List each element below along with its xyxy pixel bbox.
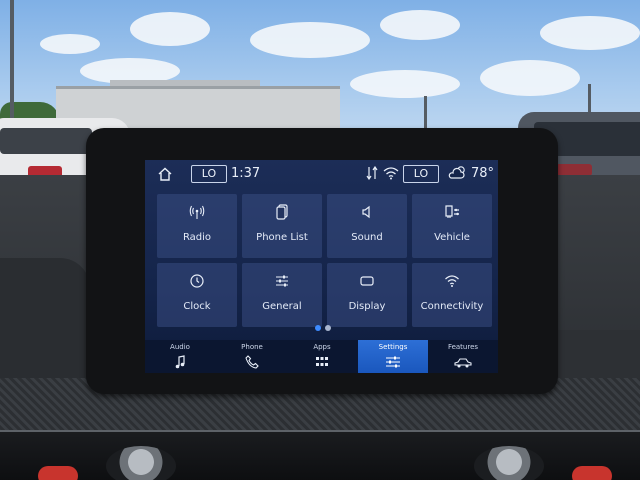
clock-icon xyxy=(157,273,237,291)
radio-antenna-icon xyxy=(157,204,237,222)
display-icon xyxy=(327,273,407,291)
cloud xyxy=(540,16,640,50)
tile-phone-list[interactable]: Phone List xyxy=(242,194,322,258)
photo-scene: LO 1:37 LO 78° Radio Phone List Sound Ve… xyxy=(0,0,640,480)
phone-icon xyxy=(217,354,287,373)
cloud xyxy=(250,22,370,58)
air-vent xyxy=(474,446,544,480)
tile-clock[interactable]: Clock xyxy=(157,263,237,327)
phone-list-icon xyxy=(242,204,322,222)
page-dot-active[interactable] xyxy=(315,325,321,331)
cloud xyxy=(40,34,100,54)
light-pole xyxy=(424,96,427,130)
nav-apps[interactable]: Apps xyxy=(287,340,357,373)
vehicle-settings-icon xyxy=(412,204,492,222)
tile-label: Sound xyxy=(351,232,383,243)
tile-label: Vehicle xyxy=(434,232,470,243)
speaker-icon xyxy=(327,204,407,222)
hazard-button xyxy=(572,466,612,480)
bottom-nav: Audio Phone Apps Settings Features xyxy=(145,340,498,373)
outside-temperature: 78° xyxy=(471,166,495,181)
data-transfer-icon xyxy=(366,165,378,183)
light-pole xyxy=(10,0,14,120)
nav-settings[interactable]: Settings xyxy=(358,340,428,373)
weather-cloud-icon xyxy=(448,165,468,184)
settings-sliders-icon xyxy=(358,354,428,373)
cloud xyxy=(480,60,580,96)
clock-time: 1:37 xyxy=(231,166,261,181)
tile-label: Phone List xyxy=(256,232,308,243)
dashboard-right-panel xyxy=(555,330,640,380)
cloud xyxy=(350,70,460,98)
left-temp-setting[interactable]: LO xyxy=(191,165,227,183)
tile-label: Radio xyxy=(182,232,212,243)
tile-radio[interactable]: Radio xyxy=(157,194,237,258)
dashboard-left-panel xyxy=(0,258,90,380)
cloud xyxy=(130,12,210,46)
page-dot[interactable] xyxy=(325,325,331,331)
infotainment-screen: LO 1:37 LO 78° Radio Phone List Sound Ve… xyxy=(145,160,498,373)
nav-label: Settings xyxy=(378,343,408,351)
tile-label: Display xyxy=(348,301,386,312)
nav-label: Features xyxy=(447,343,479,351)
hazard-button xyxy=(38,466,78,480)
nav-label: Audio xyxy=(170,343,190,351)
car-icon xyxy=(428,354,498,373)
tile-connectivity[interactable]: Connectivity xyxy=(412,263,492,327)
tile-sound[interactable]: Sound xyxy=(327,194,407,258)
tile-label: Connectivity xyxy=(420,301,484,312)
nav-phone[interactable]: Phone xyxy=(217,340,287,373)
nav-audio[interactable]: Audio xyxy=(145,340,215,373)
air-vent xyxy=(106,446,176,480)
cloud xyxy=(380,10,460,40)
tile-display[interactable]: Display xyxy=(327,263,407,327)
wifi-icon xyxy=(383,166,399,183)
nav-features[interactable]: Features xyxy=(428,340,498,373)
home-icon[interactable] xyxy=(157,166,173,182)
tile-label: Clock xyxy=(183,301,211,312)
tile-label: General xyxy=(262,301,302,312)
sliders-icon xyxy=(242,273,322,291)
nav-label: Phone xyxy=(241,343,263,351)
right-temp-setting[interactable]: LO xyxy=(403,165,439,183)
music-note-icon xyxy=(145,354,215,373)
nav-label: Apps xyxy=(313,343,331,351)
console-edge xyxy=(0,430,640,480)
tile-vehicle[interactable]: Vehicle xyxy=(412,194,492,258)
wireless-icon xyxy=(412,273,492,291)
apps-grid-icon xyxy=(287,354,357,373)
status-bar: LO 1:37 LO 78° xyxy=(145,160,498,188)
tile-general[interactable]: General xyxy=(242,263,322,327)
